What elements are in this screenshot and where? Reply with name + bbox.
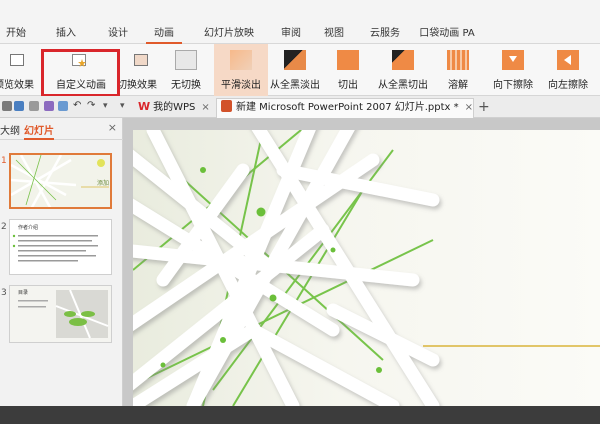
slide-number: 2 <box>1 222 7 232</box>
menu-icon[interactable] <box>2 101 12 111</box>
print-icon[interactable] <box>44 101 54 111</box>
tab-presentation[interactable]: 新建 Microsoft PowerPoint 2007 幻灯片.pptx * × <box>216 98 474 118</box>
slides-panel-header: 大纲 幻灯片 × <box>0 118 123 140</box>
undo-icon[interactable]: ↶ <box>73 101 83 111</box>
slide-2-preview: 作者介绍 <box>10 220 111 274</box>
slide-editing-area <box>123 118 600 406</box>
wipe-down-label: 向下擦除 <box>493 80 533 91</box>
tab-my-wps[interactable]: W 我的WPS × <box>134 98 216 118</box>
slide-number: 3 <box>1 288 7 298</box>
close-icon[interactable]: × <box>201 99 209 117</box>
slide-thumbnail-2[interactable]: 作者介绍 <box>9 219 112 275</box>
status-bar <box>0 406 600 424</box>
slide-3-preview: 目录 <box>10 286 111 342</box>
wipe-left-button[interactable]: 向左擦除 <box>542 44 594 96</box>
current-slide[interactable] <box>133 130 600 406</box>
menu-tab-home[interactable]: 开始 <box>0 24 32 44</box>
dissolve-label: 溶解 <box>448 80 468 91</box>
smooth-fade-icon <box>230 50 252 70</box>
smooth-fade-label: 平滑淡出 <box>221 80 261 91</box>
menu-tab-animation[interactable]: 动画 <box>146 24 182 44</box>
menu-tab-insert[interactable]: 插入 <box>48 24 84 44</box>
tab-my-wps-label: 我的WPS <box>153 102 196 113</box>
menu-tab-pocket-animation[interactable]: 口袋动画 PA <box>412 24 482 44</box>
redo-icon[interactable]: ↷ <box>87 101 97 111</box>
cut-from-black-button[interactable]: 从全黑切出 <box>372 44 434 96</box>
ppt-file-icon <box>221 100 232 112</box>
slides-panel: 大纲 幻灯片 × 1 添加 2 作者介绍 3 目录 <box>0 118 123 406</box>
slide-thumbnail-3[interactable]: 目录 <box>9 285 112 343</box>
cut-label: 切出 <box>338 80 358 91</box>
no-transition-icon <box>175 50 197 70</box>
dissolve-icon <box>447 50 469 70</box>
cut-icon <box>337 50 359 70</box>
open-icon[interactable] <box>29 101 39 111</box>
wipe-down-button[interactable]: 向下擦除 <box>488 44 538 96</box>
highlight-box <box>41 49 120 97</box>
fade-from-black-label: 从全黑淡出 <box>270 80 320 91</box>
transition-effect-button[interactable]: 切换效果 <box>117 44 162 96</box>
menu-tab-cloud[interactable]: 云服务 <box>360 24 410 44</box>
wipe-left-icon <box>557 50 579 70</box>
cut-from-black-label: 从全黑切出 <box>378 80 428 91</box>
menu-tab-slideshow[interactable]: 幻灯片放映 <box>196 24 262 44</box>
quick-access-toolbar: ↶ ↷ ▾ ▾ W 我的WPS × 新建 Microsoft PowerPoint … <box>0 96 600 118</box>
print-preview-icon[interactable] <box>58 101 68 111</box>
slide-1-caption: 添加 <box>97 179 109 187</box>
slide-2-caption: 作者介绍 <box>18 224 38 231</box>
tab-outline[interactable]: 大纲 <box>0 122 20 137</box>
fade-from-black-icon <box>284 50 306 70</box>
wipe-down-icon <box>502 50 524 70</box>
menu-bar: 开始 插入 设计 动画 幻灯片放映 审阅 视图 云服务 口袋动画 PA <box>0 24 600 44</box>
tab-slides[interactable]: 幻灯片 <box>24 122 54 140</box>
smooth-fade-button[interactable]: 平滑淡出 <box>214 44 268 96</box>
slide-number: 1 <box>1 156 7 166</box>
close-icon[interactable]: × <box>108 121 117 134</box>
menu-tab-design[interactable]: 设计 <box>100 24 136 44</box>
slide-1-preview: 添加 <box>11 155 110 207</box>
title-strip <box>0 0 600 24</box>
fade-from-black-button[interactable]: 从全黑淡出 <box>268 44 322 96</box>
add-tab-button[interactable]: + <box>478 98 492 118</box>
menu-tab-review[interactable]: 审阅 <box>273 24 309 44</box>
tab-presentation-label: 新建 Microsoft PowerPoint 2007 幻灯片.pptx * <box>236 102 459 113</box>
slide-thumbnail-1[interactable]: 添加 <box>9 153 112 209</box>
cut-button[interactable]: 切出 <box>330 44 366 96</box>
close-icon[interactable]: × <box>465 99 473 117</box>
save-icon[interactable] <box>14 101 24 111</box>
cut-from-black-icon <box>392 50 414 70</box>
no-transition-button[interactable]: 无切换 <box>166 44 206 96</box>
preview-icon <box>10 54 24 66</box>
dissolve-button[interactable]: 溶解 <box>440 44 476 96</box>
menu-tab-view[interactable]: 视图 <box>316 24 352 44</box>
tab-list-icon[interactable]: ▾ <box>120 101 130 111</box>
wps-window: 开始 插入 设计 动画 幻灯片放映 审阅 视图 云服务 口袋动画 PA 预览效果… <box>0 0 600 424</box>
wipe-left-label: 向左擦除 <box>548 80 588 91</box>
preview-effect-button[interactable]: 预览效果 <box>0 44 36 96</box>
wps-logo-icon: W <box>138 100 151 113</box>
preview-effect-label: 预览效果 <box>0 80 34 91</box>
slide-artwork <box>133 130 600 406</box>
no-transition-label: 无切换 <box>171 80 201 91</box>
customize-toolbar-icon[interactable]: ▾ <box>103 101 113 111</box>
slide-3-caption: 目录 <box>18 289 28 296</box>
transition-icon <box>134 54 148 66</box>
